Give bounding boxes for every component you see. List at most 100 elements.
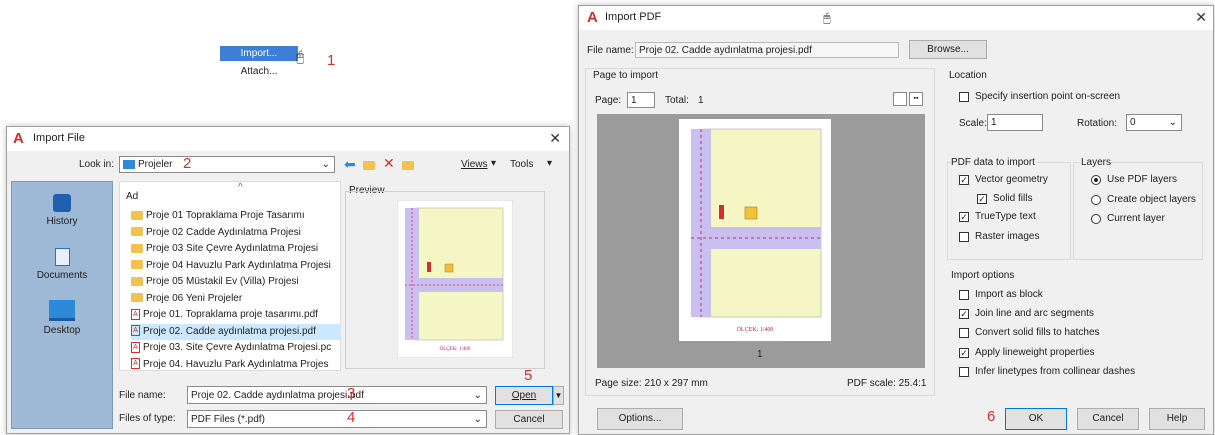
location-label: Location (949, 70, 987, 81)
pdf-file-icon: A (131, 325, 140, 337)
help-button[interactable]: Help (1149, 408, 1205, 430)
back-arrow-icon[interactable]: ⬅ (344, 156, 356, 173)
create-object-layers-radio[interactable] (1091, 195, 1101, 205)
truetype-text-checkbox[interactable]: ✓ (959, 212, 969, 222)
solid-fills-checkbox[interactable]: ✓ (977, 194, 987, 204)
import-file-dialog: A Import File ✕ Look in: Projeler ⌄ 2 ⬅ … (6, 126, 570, 434)
file-list-item-folder[interactable]: Proje 06 Yeni Projeler (131, 291, 341, 307)
step-number-4: 4 (347, 409, 356, 426)
documents-icon (54, 248, 70, 266)
folder-icon (131, 227, 143, 237)
import-as-block-checkbox[interactable] (959, 290, 969, 300)
desktop-icon (49, 300, 75, 321)
file-name-label: File name: (119, 390, 166, 401)
mouse-cursor-icon: 🖰 (823, 10, 831, 25)
ok-button[interactable]: OK (1005, 408, 1067, 430)
browse-button[interactable]: Browse... (909, 40, 987, 59)
import-as-block-label: Import as block (975, 289, 1043, 300)
file-list-item-name: Proje 05 Müstakil Ev (Villa) Projesi (146, 276, 299, 287)
apply-lineweight-checkbox[interactable]: ✓ (959, 348, 969, 358)
mouse-cursor-icon: 🖰 (296, 48, 305, 64)
file-type-dropdown[interactable]: PDF Files (*.pdf) ⌄ (187, 410, 487, 428)
page-size-text: Page size: 210 x 297 mm (595, 378, 708, 389)
current-layer-radio[interactable] (1091, 214, 1101, 224)
close-icon[interactable]: ✕ (1195, 9, 1207, 26)
pdf-file-name-label: File name: (587, 45, 634, 56)
specify-insertion-checkbox[interactable] (959, 92, 969, 102)
file-list-item-pdf[interactable]: A Proje 04. Havuzlu Park Aydınlatma Proje… (131, 357, 341, 373)
rotation-value: 0 (1130, 117, 1136, 128)
file-list-item-name: Proje 02 Cadde Aydınlatma Projesi (146, 226, 301, 238)
delete-icon[interactable]: ✕ (383, 155, 395, 172)
file-list-item-pdf[interactable]: A Proje 01. Topraklama proje tasarımı.pdf (131, 307, 341, 323)
places-desktop[interactable]: Desktop (12, 300, 112, 336)
scale-input[interactable]: 1 (987, 114, 1043, 131)
places-documents-label: Documents (36, 270, 88, 281)
page-input[interactable]: 1 (627, 92, 655, 108)
cancel-button[interactable]: Cancel (495, 410, 563, 429)
rotation-dropdown[interactable]: 0 ⌄ (1126, 114, 1182, 131)
import-pdf-dialog: A Import PDF 🖰 ✕ File name: Proje 02. Ca… (578, 5, 1214, 435)
places-history[interactable]: History (12, 194, 112, 227)
folder-up-icon[interactable] (363, 160, 378, 171)
grid-view-icon[interactable]: ▪▪ (909, 92, 923, 106)
pdf-scale-text: PDF scale: 25.4:1 (847, 378, 927, 389)
new-folder-icon[interactable] (402, 160, 417, 171)
step-number-6: 6 (987, 408, 996, 425)
tools-dropdown-icon[interactable]: ▾ (547, 158, 552, 169)
file-preview-thumbnail: ÖLÇEK: 1/400 (397, 200, 513, 358)
convert-fills-checkbox[interactable] (959, 328, 969, 338)
import-pdf-title: Import PDF (605, 11, 662, 23)
pdf-cancel-button[interactable]: Cancel (1077, 408, 1139, 430)
pdf-thumb-scale-text: ÖLÇEK: 1/400 (737, 326, 774, 333)
file-list-item-pdf[interactable]: A Proje 03. Site Çevre Aydınlatma Projesi… (131, 340, 341, 356)
column-header-name[interactable]: Ad (126, 191, 138, 202)
raster-images-checkbox[interactable] (959, 232, 969, 242)
file-type-label: Files of type: (119, 413, 176, 424)
sort-up-icon: ^ (238, 182, 243, 193)
file-list-item-name: Proje 04 Havuzlu Park Aydınlatma Projesi (146, 259, 331, 271)
pdf-page-thumbnail: ÖLÇEK: 1/400 (679, 119, 831, 341)
options-button[interactable]: Options... (597, 408, 683, 430)
open-button[interactable]: Open (495, 386, 553, 405)
menu-item-attach[interactable]: Attach... (220, 64, 298, 79)
vector-geometry-label: Vector geometry (975, 174, 1048, 185)
file-list-item-name: Proje 01 Topraklama Proje Tasarımı (146, 210, 305, 221)
join-segments-checkbox[interactable]: ✓ (959, 309, 969, 319)
views-dropdown-icon[interactable]: ▾ (491, 158, 496, 169)
tools-menu[interactable]: Tools (510, 159, 533, 170)
folder-icon (131, 276, 143, 286)
file-list-item-folder[interactable]: Proje 05 Müstakil Ev (Villa) Projesi (131, 274, 341, 290)
file-list-item-pdf[interactable]: A Proje 02. Cadde aydınlatma projesi.pdf (131, 323, 341, 340)
pdf-file-name-field: Proje 02. Cadde aydınlatma projesi.pdf (635, 42, 899, 58)
menu-item-import[interactable]: Import... (220, 46, 298, 61)
look-in-dropdown[interactable]: Projeler ⌄ (119, 156, 335, 173)
chevron-down-icon: ⌄ (321, 159, 330, 170)
chevron-down-icon: ⌄ (1168, 117, 1177, 128)
places-bar: History Documents Desktop (11, 181, 113, 429)
file-list-item-folder[interactable]: Proje 04 Havuzlu Park Aydınlatma Projesi (131, 258, 341, 274)
import-pdf-titlebar: A Import PDF 🖰 ✕ (579, 6, 1213, 30)
use-pdf-layers-radio[interactable] (1091, 175, 1101, 185)
places-desktop-label: Desktop (43, 325, 81, 336)
file-list-item-name: Proje 04. Havuzlu Park Aydınlatma Projes (143, 358, 329, 370)
file-name-input[interactable]: Proje 02. Cadde aydınlatma projesi.pdf ⌄ (187, 386, 487, 404)
places-documents[interactable]: Documents (12, 248, 112, 281)
file-list-item-name: Proje 02. Cadde aydınlatma projesi.pdf (143, 325, 316, 337)
file-list-item-folder[interactable]: Proje 02 Cadde Aydınlatma Projesi (131, 225, 341, 241)
folder-icon (131, 260, 143, 270)
vector-geometry-checkbox[interactable]: ✓ (959, 175, 969, 185)
raster-images-label: Raster images (975, 231, 1040, 242)
preview-thumb-scale-text: ÖLÇEK: 1/400 (440, 346, 471, 352)
chevron-down-icon: ⌄ (473, 390, 482, 401)
truetype-text-label: TrueType text (975, 211, 1036, 222)
file-list-item-folder[interactable]: Proje 01 Topraklama Proje Tasarımı (131, 208, 341, 224)
create-object-layers-label: Create object layers (1107, 194, 1196, 205)
autocad-logo-icon: A (13, 130, 24, 147)
file-list-item-folder[interactable]: Proje 03 Site Çevre Aydınlatma Projesi (131, 241, 341, 257)
close-icon[interactable]: ✕ (549, 130, 561, 147)
infer-linetypes-checkbox[interactable] (959, 367, 969, 377)
views-menu[interactable]: Views (461, 159, 488, 170)
open-dropdown-button[interactable]: ▼ (553, 386, 564, 405)
single-page-view-icon[interactable] (893, 92, 907, 106)
